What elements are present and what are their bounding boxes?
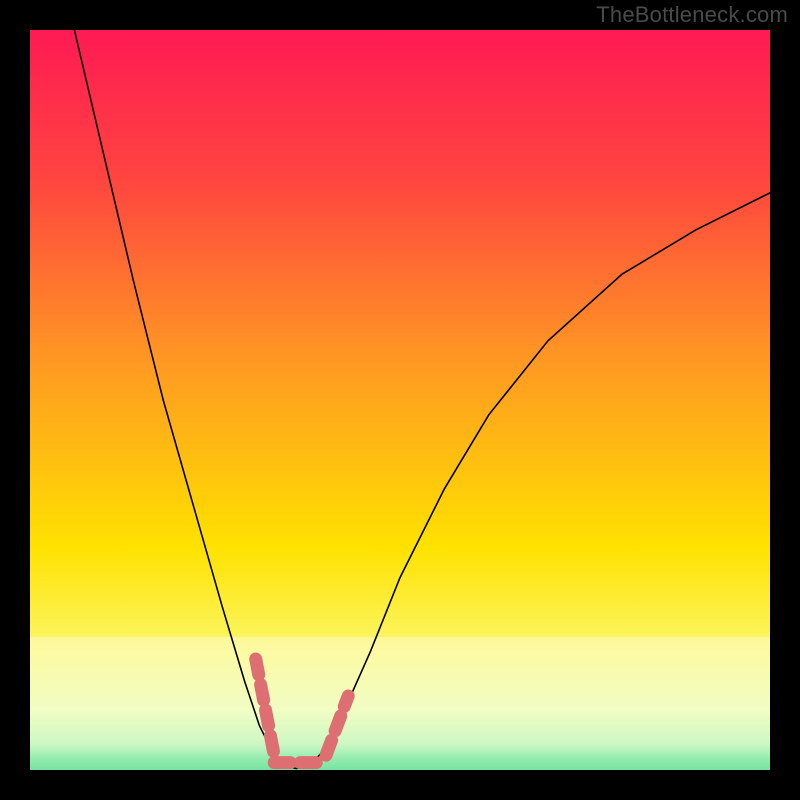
plot-svg [30,30,770,770]
highlight-band [30,637,770,770]
watermark-text: TheBottleneck.com [596,2,788,28]
chart-container: TheBottleneck.com [0,0,800,800]
plot-area [30,30,770,770]
